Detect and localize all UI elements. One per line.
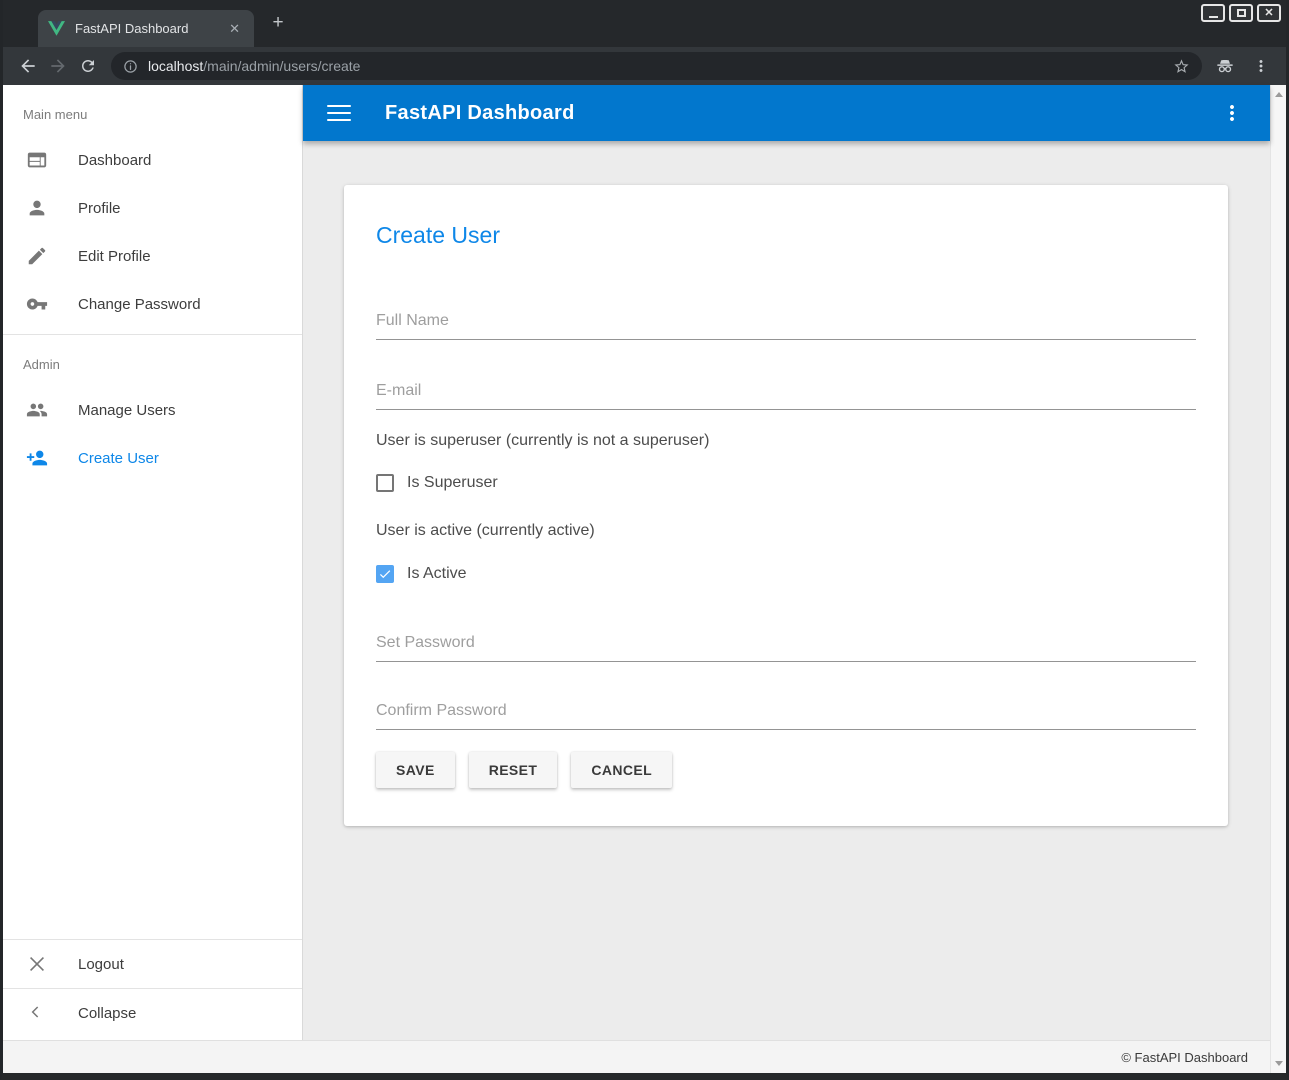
active-checkbox-row: Is Active bbox=[376, 564, 1196, 584]
appbar-kebab-icon[interactable] bbox=[1220, 101, 1244, 125]
key-icon bbox=[26, 293, 48, 315]
sidebar-item-label: Create User bbox=[78, 450, 159, 467]
main-area: FastAPI Dashboard Create User bbox=[303, 85, 1270, 1040]
superuser-checkbox-label: Is Superuser bbox=[407, 474, 498, 492]
sidebar-item-logout[interactable]: Logout bbox=[3, 940, 302, 988]
sidebar-section-admin: Admin bbox=[3, 335, 302, 386]
hamburger-menu-icon[interactable] bbox=[327, 105, 351, 121]
sidebar-item-label: Edit Profile bbox=[78, 248, 151, 265]
maximize-button[interactable] bbox=[1229, 4, 1253, 22]
superuser-hint: User is superuser (currently is not a su… bbox=[376, 431, 1196, 451]
email-field-wrapper bbox=[376, 381, 1196, 410]
email-input[interactable] bbox=[376, 381, 1196, 410]
sidebar-item-manage-users[interactable]: Manage Users bbox=[3, 386, 302, 434]
vue-favicon bbox=[48, 21, 65, 36]
people-icon bbox=[26, 399, 48, 421]
url-path: /main/admin/users/create bbox=[203, 58, 360, 74]
browser-titlebar: FastAPI Dashboard ✕ + ✕ bbox=[3, 0, 1286, 47]
check-icon bbox=[378, 567, 392, 581]
app-footer: © FastAPI Dashboard bbox=[3, 1040, 1270, 1073]
reload-icon[interactable] bbox=[73, 51, 103, 81]
scroll-up-icon[interactable] bbox=[1275, 92, 1283, 97]
sidebar-item-change-password[interactable]: Change Password bbox=[3, 280, 302, 328]
sidebar-item-label: Collapse bbox=[78, 1005, 136, 1022]
sidebar-item-create-user[interactable]: Create User bbox=[3, 434, 302, 482]
address-bar[interactable]: localhost/main/admin/users/create bbox=[111, 52, 1202, 80]
sidebar-item-edit-profile[interactable]: Edit Profile bbox=[3, 232, 302, 280]
sidebar-section-main-menu: Main menu bbox=[3, 85, 302, 136]
page-title: Create User bbox=[376, 221, 1196, 249]
person-icon bbox=[26, 197, 48, 219]
sidebar-item-label: Logout bbox=[78, 956, 124, 973]
sidebar-item-collapse[interactable]: Collapse bbox=[3, 989, 302, 1037]
info-icon[interactable] bbox=[123, 59, 138, 74]
tab-title: FastAPI Dashboard bbox=[75, 21, 225, 36]
chevron-left-icon bbox=[26, 1002, 48, 1024]
close-x-icon bbox=[26, 953, 48, 975]
sidebar-item-profile[interactable]: Profile bbox=[3, 184, 302, 232]
app-title: FastAPI Dashboard bbox=[385, 102, 575, 125]
bookmark-star-icon[interactable] bbox=[1173, 58, 1190, 75]
footer-copyright: © FastAPI Dashboard bbox=[1121, 1050, 1248, 1065]
sidebar-item-label: Manage Users bbox=[78, 402, 176, 419]
active-hint: User is active (currently active) bbox=[376, 521, 1196, 541]
back-icon[interactable] bbox=[13, 51, 43, 81]
full-name-input[interactable] bbox=[376, 311, 1196, 340]
dashboard-icon bbox=[26, 149, 48, 171]
superuser-checkbox[interactable] bbox=[376, 474, 394, 492]
active-checkbox-label: Is Active bbox=[407, 565, 467, 583]
app-bar: FastAPI Dashboard bbox=[303, 85, 1270, 141]
create-user-card: Create User User is superuser (currently… bbox=[344, 185, 1228, 826]
page-scrollbar[interactable] bbox=[1270, 85, 1286, 1073]
full-name-field-wrapper bbox=[376, 311, 1196, 340]
content-area: Create User User is superuser (currently… bbox=[303, 141, 1270, 1040]
confirm-password-field-wrapper bbox=[376, 701, 1196, 730]
superuser-checkbox-row: Is Superuser bbox=[376, 473, 1196, 493]
url-host: localhost bbox=[148, 58, 203, 74]
forward-icon[interactable] bbox=[43, 51, 73, 81]
active-checkbox[interactable] bbox=[376, 565, 394, 583]
sidebar-item-label: Dashboard bbox=[78, 152, 151, 169]
browser-tab[interactable]: FastAPI Dashboard ✕ bbox=[38, 10, 254, 47]
incognito-icon bbox=[1210, 51, 1240, 81]
sidebar-item-label: Profile bbox=[78, 200, 121, 217]
confirm-password-input[interactable] bbox=[376, 701, 1196, 730]
minimize-button[interactable] bbox=[1201, 4, 1225, 22]
cancel-button[interactable]: CANCEL bbox=[571, 752, 672, 788]
set-password-input[interactable] bbox=[376, 633, 1196, 662]
tab-close-icon[interactable]: ✕ bbox=[225, 21, 244, 37]
close-button[interactable]: ✕ bbox=[1257, 4, 1281, 22]
browser-toolbar: localhost/main/admin/users/create bbox=[3, 47, 1286, 85]
reset-button[interactable]: RESET bbox=[469, 752, 558, 788]
new-tab-button[interactable]: + bbox=[265, 10, 291, 36]
scroll-down-icon[interactable] bbox=[1275, 1061, 1283, 1066]
pencil-icon bbox=[26, 245, 48, 267]
sidebar-item-label: Change Password bbox=[78, 296, 201, 313]
person-add-icon bbox=[26, 447, 48, 469]
form-buttons: SAVE RESET CANCEL bbox=[376, 752, 1196, 788]
set-password-field-wrapper bbox=[376, 633, 1196, 662]
browser-window: FastAPI Dashboard ✕ + ✕ localhost/main/a bbox=[0, 0, 1289, 1080]
sidebar: Main menu Dashboard Profile bbox=[3, 85, 303, 1040]
save-button[interactable]: SAVE bbox=[376, 752, 455, 788]
sidebar-item-dashboard[interactable]: Dashboard bbox=[3, 136, 302, 184]
browser-menu-icon[interactable] bbox=[1246, 51, 1276, 81]
